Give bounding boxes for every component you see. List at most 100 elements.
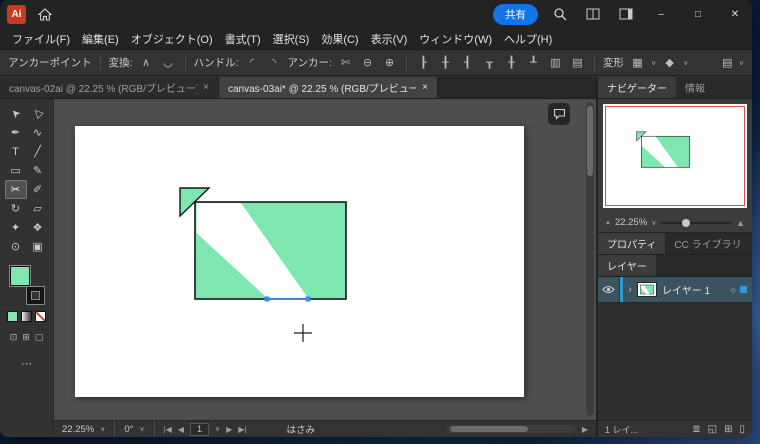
vertical-scrollbar-thumb[interactable] [587,106,593,176]
eyedropper-tool[interactable]: ✦ [5,218,27,237]
layer-row[interactable]: › レイヤー 1 ○ [598,277,752,303]
pen-tool[interactable]: ✒ [5,123,27,142]
menu-help[interactable]: ヘルプ(H) [498,29,558,49]
tab-cc-libraries[interactable]: CC ライブラリ [665,233,750,254]
canvas-pasteboard[interactable]: 22.25% ∨ 0° ∨ |◀ ◀ 1 ∨ ▶ ▶| はさみ ▶ [54,99,596,437]
distribute-v-icon[interactable]: ▥ [547,54,564,71]
edit-toolbar-button[interactable]: ⋯ [21,357,32,370]
menu-file[interactable]: ファイル(F) [6,29,76,49]
search-icon[interactable] [549,4,571,24]
target-circle-icon[interactable]: ○ [731,285,736,295]
maximize-button[interactable]: □ [685,0,711,28]
rotate-tool[interactable]: ↻ [5,199,27,218]
scissors-tool[interactable]: ✂ [4,180,27,199]
navigator-proxy-view[interactable] [605,106,745,206]
tab-close-icon[interactable]: × [203,82,209,93]
fill-color-swatch[interactable] [9,266,30,286]
minimize-button[interactable]: – [648,0,674,28]
selection-tool[interactable]: ➤ [5,104,27,123]
rotation-value[interactable]: 0° [124,424,133,435]
align-h-center-icon[interactable]: ╂ [437,54,454,71]
zoom-level[interactable]: 22.25% [62,424,94,435]
appearance-options-icon[interactable]: ◆ [661,54,678,71]
none-button[interactable] [35,311,46,322]
scroll-right-icon[interactable]: ▶ [582,425,588,434]
next-artboard-button[interactable]: ▶ [226,425,232,434]
draw-inside-icon[interactable]: ▢ [35,332,44,343]
arrange-documents-icon[interactable] [582,4,604,24]
hide-handles-icon[interactable]: ◝ [265,54,282,71]
type-tool[interactable]: T [5,142,27,161]
anchor-point[interactable] [305,296,311,302]
selection-indicator[interactable] [740,286,747,293]
workspace-icon[interactable] [615,4,637,24]
zoom-slider-thumb[interactable] [681,218,690,227]
navigator-preview[interactable] [603,104,747,208]
zoom-tool[interactable]: ⊙ [5,237,27,256]
home-icon[interactable] [34,4,56,24]
draw-normal-icon[interactable]: ⊡ [10,332,18,343]
add-anchor-icon[interactable]: ⊕ [381,54,398,71]
align-left-icon[interactable]: ┠ [415,54,432,71]
tab-properties[interactable]: プロパティ [598,233,666,254]
artboard-tool[interactable]: ▣ [27,237,49,256]
line-segment-tool[interactable]: ╱ [27,142,49,161]
panel-dock-icon[interactable]: ▤ [719,54,736,71]
new-layer-icon[interactable]: ⊞ [724,424,732,435]
expand-layer-icon[interactable]: › [623,284,637,295]
visibility-toggle[interactable] [598,277,620,302]
zoom-out-icon[interactable]: ▲ [605,220,611,226]
menu-type[interactable]: 書式(T) [219,29,267,49]
align-right-icon[interactable]: ┨ [459,54,476,71]
share-button[interactable]: 共有 [493,3,538,25]
artboard-number-field[interactable]: 1 [189,422,209,436]
paintbrush-tool[interactable]: ✎ [27,161,49,180]
close-button[interactable]: ✕ [722,0,748,28]
tab-navigator[interactable]: ナビゲーター [598,77,676,98]
layer-thumbnail[interactable] [637,282,657,297]
vertical-scrollbar[interactable] [586,102,594,416]
direct-selection-tool[interactable]: ▷ [27,104,49,123]
collect-for-export-icon[interactable]: ≣ [692,424,700,435]
previous-artboard-button[interactable]: ◀ [178,425,184,434]
align-bottom-icon[interactable]: ┸ [525,54,542,71]
last-artboard-button[interactable]: ▶| [238,425,246,434]
curvature-tool[interactable]: ∿ [27,123,49,142]
navigator-zoom-value[interactable]: 22.25% [615,217,647,228]
hand-tool[interactable]: ❖ [27,218,49,237]
delete-layer-icon[interactable]: ▯ [739,424,745,435]
draw-behind-icon[interactable]: ⊞ [22,332,30,343]
cut-path-icon[interactable]: ✄ [337,54,354,71]
pencil-tool[interactable]: ✐ [27,180,49,199]
menu-object[interactable]: オブジェクト(O) [125,29,219,49]
align-top-icon[interactable]: ┰ [481,54,498,71]
rectangle-tool[interactable]: ▭ [5,161,27,180]
remove-anchor-icon[interactable]: ⊖ [359,54,376,71]
layer-name[interactable]: レイヤー 1 [662,282,731,297]
tab-close-icon[interactable]: × [422,82,428,93]
convert-to-corner-icon[interactable]: ∧ [138,54,155,71]
horizontal-scrollbar[interactable] [445,425,576,433]
new-sublayer-icon[interactable]: ◱ [708,424,717,435]
app-icon[interactable]: Ai [7,4,26,24]
horizontal-scrollbar-thumb[interactable] [449,426,528,432]
document-tab-active[interactable]: canvas-03ai* @ 22.25 % (RGB/プレビュー) × [219,77,438,98]
show-handles-icon[interactable]: ◜ [243,54,260,71]
anchor-point[interactable] [264,296,270,302]
menu-window[interactable]: ウィンドウ(W) [413,29,498,49]
gradient-button[interactable] [21,311,32,322]
tab-info[interactable]: 情報 [676,77,714,98]
first-artboard-button[interactable]: |◀ [164,425,172,434]
tab-layers[interactable]: レイヤー [598,255,656,276]
zoom-in-icon[interactable]: ▲ [736,218,745,228]
zoom-slider[interactable] [660,218,733,227]
menu-edit[interactable]: 編集(E) [76,29,125,49]
scale-tool[interactable]: ▱ [27,199,49,218]
comment-button[interactable] [548,103,570,125]
menu-view[interactable]: 表示(V) [365,29,414,49]
distribute-h-icon[interactable]: ▤ [569,54,586,71]
align-v-center-icon[interactable]: ╂ [503,54,520,71]
transform-options-icon[interactable]: ▦ [629,54,646,71]
menu-select[interactable]: 選択(S) [267,29,316,49]
convert-to-smooth-icon[interactable]: ◡ [160,54,177,71]
